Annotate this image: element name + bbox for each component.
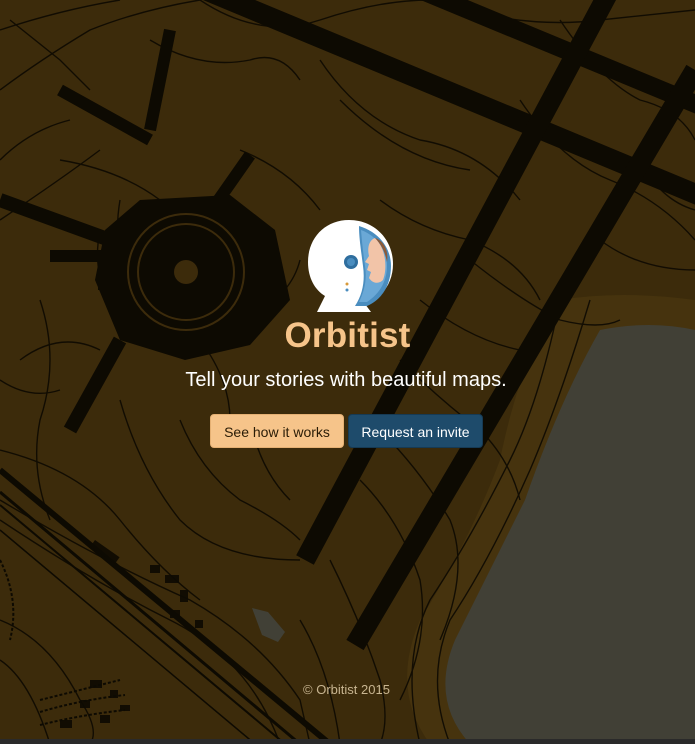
copyright-footer: © Orbitist 2015 [303,682,390,697]
see-how-it-works-button[interactable]: See how it works [210,414,344,448]
request-invite-button[interactable]: Request an invite [348,414,483,448]
brand-name: Orbitist [284,316,411,355]
bottom-edge-bar [0,739,695,744]
tagline: Tell your stories with beautiful maps. [185,369,507,391]
astronaut-helmet-icon [308,220,393,312]
hero-section: Orbitist Tell your stories with beautifu… [0,0,695,744]
